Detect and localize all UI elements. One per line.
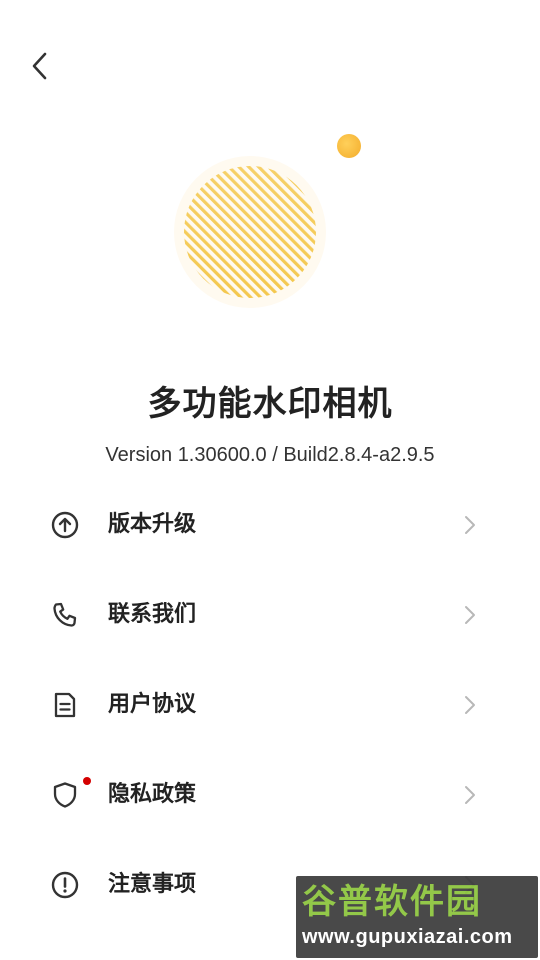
menu-item-contact-us[interactable]: 联系我们 (0, 570, 540, 660)
watermark-url: www.gupuxiazai.com (302, 926, 513, 948)
menu-item-label: 版本升级 (108, 512, 197, 537)
menu-item-privacy-policy[interactable]: 隐私政策 (0, 750, 540, 840)
notification-badge (83, 777, 91, 785)
phone-icon (53, 602, 77, 627)
chevron-right-icon (465, 516, 475, 534)
menu-item-label: 隐私政策 (108, 782, 197, 807)
document-icon (54, 692, 76, 718)
app-title: 多功能水印相机 (147, 384, 393, 424)
app-logo-illustration (174, 134, 361, 308)
menu-item-label: 用户协议 (108, 692, 197, 717)
site-watermark: 谷普软件园 www.gupuxiazai.com (296, 876, 538, 958)
menu-item-label: 联系我们 (108, 602, 197, 627)
chevron-left-icon (32, 52, 47, 80)
menu-item-label: 注意事项 (108, 872, 197, 897)
arrow-up-circle-icon (51, 511, 79, 539)
exclamation-circle-icon (51, 871, 79, 899)
back-button[interactable] (22, 46, 58, 86)
watermark-text: 谷普软件园 (302, 882, 482, 922)
chevron-right-icon (465, 606, 475, 624)
menu-item-user-agreement[interactable]: 用户协议 (0, 660, 540, 750)
menu-item-version-upgrade[interactable]: 版本升级 (0, 480, 540, 570)
shield-icon (53, 782, 77, 808)
settings-menu: 版本升级 联系我们 用户协议 隐私政策 注意事项 (0, 480, 540, 930)
app-version: Version 1.30600.0 / Build2.8.4-a2.9.5 (105, 444, 435, 466)
sun-dot-icon (337, 134, 361, 158)
chevron-right-icon (465, 786, 475, 804)
chevron-right-icon (465, 696, 475, 714)
